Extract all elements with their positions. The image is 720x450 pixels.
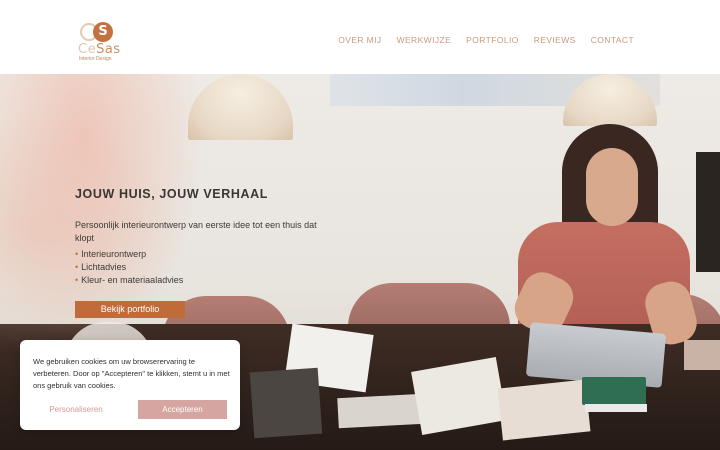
bullet-icon: • <box>75 249 79 259</box>
shelf <box>696 152 720 272</box>
sample-stack <box>582 377 646 405</box>
nav-item-over-mij[interactable]: OVER MIJ <box>338 35 381 45</box>
list-item: • Lichtadvies <box>75 261 183 274</box>
bullet-icon: • <box>75 275 79 285</box>
sample-box <box>249 367 323 439</box>
logo[interactable]: S CeSas Interior Design <box>78 21 124 62</box>
service-label: Lichtadvies <box>81 262 127 272</box>
view-portfolio-button[interactable]: Bekijk portfolio <box>75 301 185 318</box>
cookie-banner: We gebruiken cookies om uw browserervari… <box>20 340 240 430</box>
nav-item-werkwijze[interactable]: WERKWIJZE <box>397 35 452 45</box>
books <box>684 340 720 370</box>
site-header: S CeSas Interior Design OVER MIJ WERKWIJ… <box>0 0 720 74</box>
main-nav: OVER MIJ WERKWIJZE PORTFOLIO REVIEWS CON… <box>338 35 634 45</box>
person-face <box>586 148 638 226</box>
list-item: • Kleur- en materiaaladvies <box>75 274 183 287</box>
accept-button[interactable]: Accepteren <box>138 400 227 419</box>
bullet-icon: • <box>75 262 79 272</box>
logo-name-part1: Ce <box>78 42 97 57</box>
nav-item-reviews[interactable]: REVIEWS <box>534 35 576 45</box>
logo-name: CeSas <box>78 42 121 57</box>
personalize-button[interactable]: Personaliseren <box>33 400 119 419</box>
service-list: • Interieurontwerp • Lichtadvies • Kleur- e… <box>75 248 183 287</box>
page: S CeSas Interior Design OVER MIJ WERKWIJ… <box>0 0 720 450</box>
nav-item-contact[interactable]: CONTACT <box>591 35 634 45</box>
nav-item-portfolio[interactable]: PORTFOLIO <box>466 35 519 45</box>
logo-tagline: Interior Design <box>79 56 112 62</box>
sample-stack <box>585 404 647 412</box>
logo-name-part2: Sas <box>96 42 121 57</box>
service-label: Kleur- en materiaaladvies <box>81 275 184 285</box>
material-sample-board <box>497 379 591 441</box>
list-item: • Interieurontwerp <box>75 248 183 261</box>
sample-booklet <box>337 393 425 429</box>
service-label: Interieurontwerp <box>81 249 147 259</box>
cookie-text: We gebruiken cookies om uw browserervari… <box>33 357 230 390</box>
logo-mark: S <box>78 21 118 43</box>
hero-title: JOUW HUIS, JOUW VERHAAL <box>75 187 268 201</box>
hero-subtitle: Persoonlijk interieurontwerp van eerste … <box>75 220 317 243</box>
logo-filled-circle: S <box>93 22 113 42</box>
